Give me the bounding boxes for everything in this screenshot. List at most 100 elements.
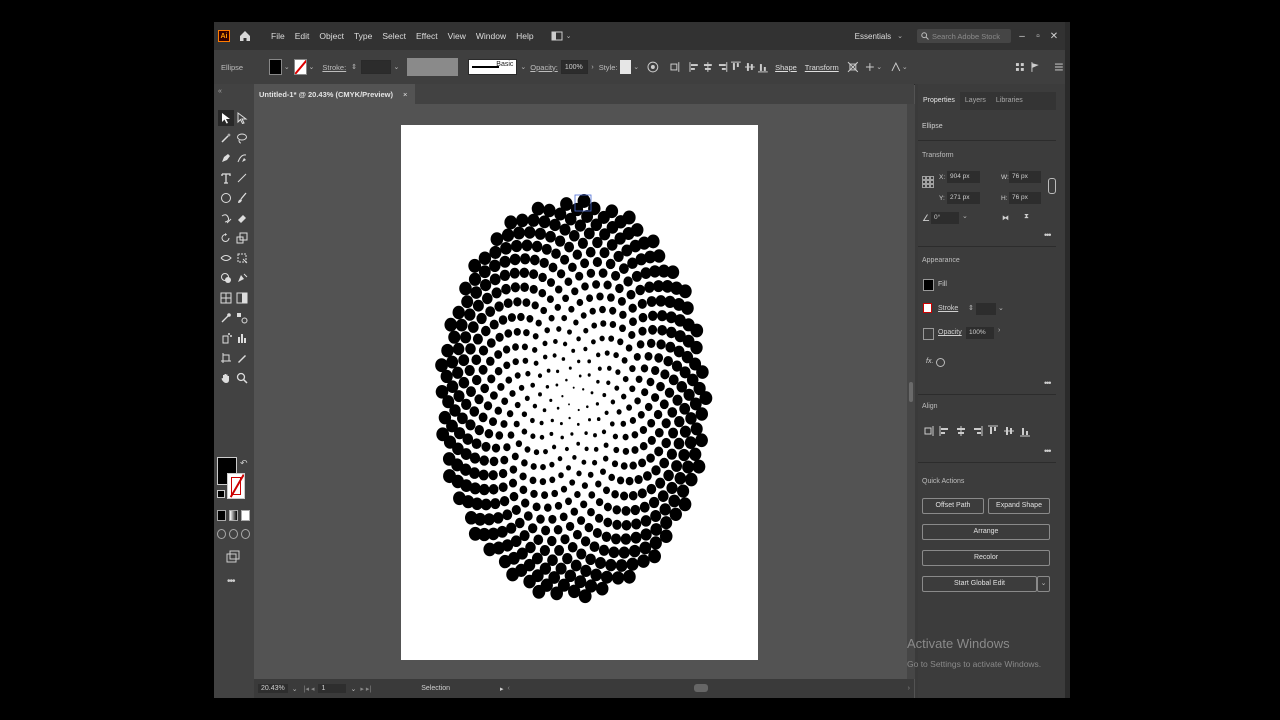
spiral-dot[interactable] bbox=[538, 215, 551, 229]
flag-icon[interactable] bbox=[1029, 61, 1041, 73]
spiral-dot[interactable] bbox=[487, 374, 496, 384]
spiral-dot[interactable] bbox=[669, 507, 682, 522]
tab-properties[interactable]: Properties bbox=[918, 92, 960, 110]
spiral-dot[interactable] bbox=[541, 243, 552, 255]
spiral-dot[interactable] bbox=[605, 204, 619, 219]
collapse-panel-icon[interactable]: « bbox=[218, 88, 222, 95]
spiral-dot[interactable] bbox=[631, 446, 639, 454]
spiral-dot[interactable] bbox=[488, 470, 498, 481]
spiral-dot[interactable] bbox=[530, 433, 536, 439]
spiral-dot[interactable] bbox=[666, 481, 678, 495]
spiral-dot[interactable] bbox=[672, 394, 683, 406]
spiral-dot[interactable] bbox=[584, 431, 588, 435]
spiral-dot[interactable] bbox=[521, 459, 528, 467]
chevron-down-icon[interactable]: ⌄ bbox=[309, 63, 315, 71]
fx-label[interactable]: fx. bbox=[926, 358, 933, 365]
spiral-dot[interactable] bbox=[630, 223, 644, 237]
spiral-dot[interactable] bbox=[488, 484, 499, 495]
spiral-dot[interactable] bbox=[660, 369, 670, 380]
spiral-dot[interactable] bbox=[572, 386, 575, 389]
spiral-dot[interactable] bbox=[666, 265, 680, 280]
spiral-dot[interactable] bbox=[646, 483, 657, 495]
spiral-dot[interactable] bbox=[615, 283, 624, 294]
expand-shape-button[interactable]: Expand Shape bbox=[988, 498, 1050, 514]
workspace-switcher[interactable]: Essentials bbox=[855, 32, 891, 41]
chevron-down-icon[interactable]: ⌄ bbox=[284, 63, 290, 71]
opacity-field[interactable]: 100% bbox=[966, 327, 994, 339]
scale-tool[interactable] bbox=[234, 230, 250, 246]
spiral-dot[interactable] bbox=[586, 294, 594, 303]
free-transform-tool[interactable] bbox=[234, 250, 250, 266]
spiral-dot[interactable] bbox=[620, 420, 627, 427]
spiral-dot[interactable] bbox=[435, 384, 449, 399]
align-right-icon[interactable] bbox=[716, 61, 728, 73]
spiral-dot[interactable] bbox=[639, 442, 648, 451]
spiral-dot[interactable] bbox=[584, 522, 594, 533]
spiral-dot[interactable] bbox=[634, 397, 641, 405]
spiral-dot[interactable] bbox=[659, 399, 669, 410]
spiral-dot[interactable] bbox=[509, 491, 519, 502]
spiral-dot[interactable] bbox=[590, 391, 594, 395]
spiral-dot[interactable] bbox=[603, 517, 613, 528]
spiral-dot[interactable] bbox=[620, 533, 632, 545]
spiral-dot[interactable] bbox=[593, 446, 599, 452]
spiral-dot[interactable] bbox=[633, 353, 641, 361]
spiral-dot[interactable] bbox=[526, 315, 534, 323]
paintbrush-tool[interactable] bbox=[234, 190, 250, 206]
spiral-dot[interactable] bbox=[570, 432, 574, 436]
spiral-dot[interactable] bbox=[623, 569, 636, 584]
spiral-dot[interactable] bbox=[479, 483, 490, 496]
spiral-dot[interactable] bbox=[569, 479, 576, 486]
align-left-icon[interactable] bbox=[689, 61, 701, 73]
spiral-dot[interactable] bbox=[576, 422, 580, 426]
opacity-field[interactable]: 100% bbox=[560, 60, 589, 74]
spiral-dot[interactable] bbox=[556, 326, 562, 332]
spiral-dot[interactable] bbox=[508, 478, 518, 488]
spiral-dot[interactable] bbox=[587, 507, 595, 517]
spiral-dot[interactable] bbox=[649, 536, 662, 550]
spiral-dot[interactable] bbox=[615, 559, 628, 572]
stepper-icon[interactable]: ⇕ bbox=[351, 63, 357, 71]
zoom-field[interactable]: 20.43% bbox=[258, 684, 288, 693]
spiral-dot[interactable] bbox=[542, 340, 548, 347]
spiral-dot[interactable] bbox=[548, 314, 555, 322]
spiral-dot[interactable] bbox=[523, 511, 533, 521]
spiral-dot[interactable] bbox=[495, 431, 504, 440]
spiral-dot[interactable] bbox=[621, 357, 628, 364]
spiral-dot[interactable] bbox=[539, 434, 545, 440]
arrange-grid-icon[interactable] bbox=[1014, 61, 1026, 73]
spiral-dot[interactable] bbox=[568, 416, 571, 420]
graphic-style-swatch[interactable] bbox=[620, 60, 632, 74]
spiral-dot[interactable] bbox=[571, 348, 576, 353]
chevron-down-icon[interactable]: ⌄ bbox=[633, 63, 639, 71]
spiral-dot[interactable] bbox=[474, 425, 484, 436]
spiral-dot[interactable] bbox=[585, 246, 596, 258]
spiral-dot[interactable] bbox=[576, 548, 587, 560]
spiral-dot[interactable] bbox=[558, 472, 564, 479]
flip-vertical-icon[interactable]: ⧗ bbox=[1024, 213, 1029, 221]
stroke-color-box[interactable] bbox=[227, 473, 245, 499]
spiral-dot[interactable] bbox=[581, 282, 589, 291]
pen-tool[interactable] bbox=[218, 150, 234, 166]
shape-button[interactable]: Shape bbox=[775, 63, 797, 72]
spiral-dot[interactable] bbox=[529, 476, 537, 485]
spiral-dot[interactable] bbox=[534, 227, 546, 240]
spiral-dot[interactable] bbox=[660, 516, 673, 530]
spiral-dot[interactable] bbox=[565, 465, 572, 471]
spiral-dot[interactable] bbox=[480, 383, 490, 394]
rotate-tool[interactable] bbox=[218, 230, 234, 246]
spiral-dot[interactable] bbox=[489, 273, 501, 286]
start-global-edit-button[interactable]: Start Global Edit bbox=[922, 576, 1037, 592]
spiral-dot[interactable] bbox=[596, 379, 600, 384]
spiral-dot[interactable] bbox=[560, 435, 564, 440]
spiral-dot[interactable] bbox=[489, 319, 499, 330]
spiral-dot[interactable] bbox=[621, 506, 631, 516]
spiral-dot[interactable] bbox=[499, 269, 511, 282]
tab-libraries[interactable]: Libraries bbox=[991, 92, 1028, 110]
spiral-dot[interactable] bbox=[664, 387, 675, 398]
spiral-dot[interactable] bbox=[523, 574, 536, 589]
spiral-dot[interactable] bbox=[531, 301, 539, 310]
spiral-dot[interactable] bbox=[517, 312, 525, 322]
spiral-dot[interactable] bbox=[605, 558, 617, 572]
spiral-dot[interactable] bbox=[652, 249, 666, 263]
